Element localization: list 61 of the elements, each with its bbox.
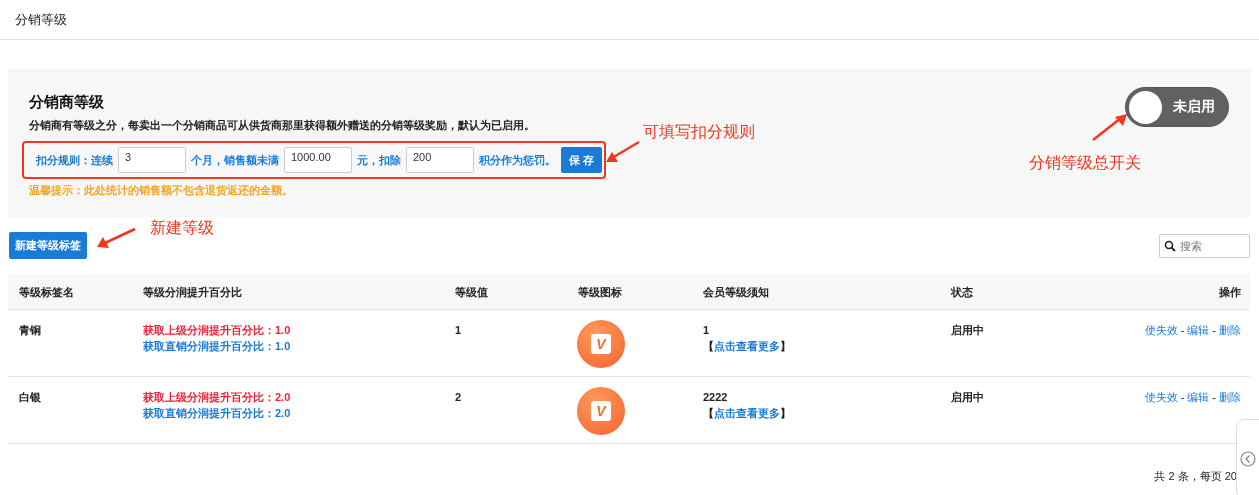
pagination-text: 共 2 条，每页 20 [1154,469,1237,484]
separator-text: - [1180,390,1185,405]
column-header: 等级分润提升百分比 [142,285,243,300]
side-panel-tab[interactable] [1236,419,1259,495]
upper-percent-text: 获取上级分润提升百分比：1.0 [143,323,292,338]
annotation-text: 新建等级 [150,218,214,238]
action-link[interactable]: 编辑 [1187,322,1210,376]
level-value: 1 [455,323,463,338]
rule-text: 个月，销售额未满 [191,152,279,168]
upper-percent-text: 获取上级分润提升百分比：2.0 [143,390,292,405]
annotation-text: 分销等级总开关 [1029,153,1141,173]
rule-text: 积分作为惩罚。 [479,152,556,168]
rule-text: 扣分规则：连续 [36,152,113,168]
level-name: 青铜 [19,323,42,338]
rule-text: 元，扣除 [357,152,401,168]
input-field[interactable]: 200 [406,147,474,173]
status-text: 启用中 [951,390,985,405]
save-button[interactable]: 保 存 [561,147,603,173]
bracket-text: 】 [780,406,791,421]
bracket-text: 【 [703,339,714,354]
bracket-text: 】 [780,339,791,354]
status-text: 启用中 [951,323,985,338]
search-field[interactable]: 搜索 [1159,234,1250,258]
separator-text: - [1212,390,1216,405]
action-link[interactable]: 编辑 [1187,389,1210,443]
tip-text: 温馨提示：此处统计的销售额不包含退货返还的金额。 [29,183,294,198]
input-field[interactable]: 1000.00 [284,147,352,173]
direct-percent-text: 获取直销分润提升百分比：2.0 [143,406,292,421]
action-link[interactable]: 使失效 [1144,389,1178,443]
column-header: 等级值 [454,285,489,300]
level-badge-icon: V [577,320,625,368]
toggle-switch[interactable]: 未启用 [1125,87,1229,127]
action-link[interactable]: 使失效 [1144,322,1178,376]
action-link[interactable]: 删除 [1219,389,1241,443]
column-header: 等级图标 [577,285,623,300]
notice-text: 1 [703,323,711,338]
bracket-text: 【 [703,406,714,421]
level-name: 白银 [19,390,42,405]
more-link[interactable]: 点击查看更多 [714,338,780,354]
notice-text: 2222 [703,390,729,405]
column-header: 操作 [1218,285,1242,300]
input-field[interactable]: 3 [118,147,186,173]
annotation-text: 可填写扣分规则 [643,122,755,142]
column-header: 状态 [949,285,974,300]
level-value: 2 [455,390,463,405]
arrow-annotation [1092,114,1127,141]
search-icon [1164,240,1176,252]
page-title: 分销等级 [15,12,67,27]
section-title: 分销商等级 [29,92,105,112]
column-header: 等级标签名 [18,285,75,300]
column-header: 会员等级须知 [702,285,770,300]
level-badge-icon: V [577,387,625,435]
description-text: 分销商有等级之分，每卖出一个分销商品可从供货商那里获得额外赠送的分销等级奖励，默认为已启用。 [29,118,536,133]
chevron-left-icon [1240,451,1256,467]
separator-text: - [1212,323,1216,338]
separator-text: - [1180,323,1185,338]
new-level-button[interactable]: 新建等级标签 [9,232,87,259]
arrow-annotation [97,227,136,248]
more-link[interactable]: 点击查看更多 [714,405,780,421]
action-link[interactable]: 删除 [1219,322,1241,376]
direct-percent-text: 获取直销分润提升百分比：1.0 [143,339,292,354]
